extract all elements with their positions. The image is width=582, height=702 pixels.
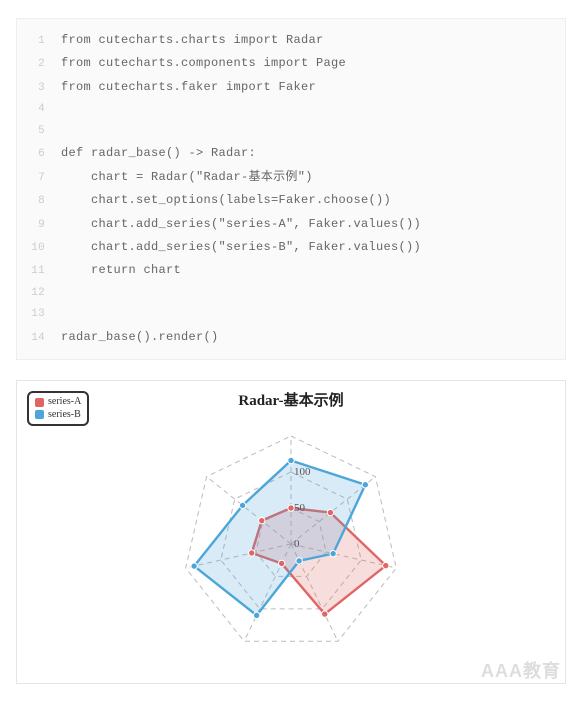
code-text: from cutecharts.faker import Faker (61, 76, 316, 99)
code-line: 14 radar_base().render() (25, 326, 553, 349)
chart-container: Radar-基本示例 series-A series-B 0 50 100 AAA教… (16, 380, 566, 684)
code-text: chart = Radar("Radar-基本示例") (61, 166, 313, 189)
code-line: 1 from cutecharts.charts import Radar (25, 29, 553, 52)
code-text: chart.set_options(labels=Faker.choose()) (61, 189, 391, 212)
chart-title: Radar-基本示例 (27, 389, 555, 410)
code-line: 13 (25, 304, 553, 325)
line-number: 7 (25, 168, 45, 189)
code-text: chart.add_series("series-B", Faker.value… (61, 236, 421, 259)
code-text: chart.add_series("series-A", Faker.value… (61, 213, 421, 236)
line-number: 9 (25, 215, 45, 236)
legend-item: series-B (35, 409, 81, 422)
line-number: 12 (25, 283, 45, 304)
code-text: radar_base().render() (61, 326, 219, 349)
line-number: 3 (25, 78, 45, 99)
svg-text:100: 100 (294, 466, 311, 478)
chart-legend: series-A series-B (27, 391, 89, 426)
code-line: 12 (25, 283, 553, 304)
line-number: 1 (25, 31, 45, 52)
code-text: from cutecharts.charts import Radar (61, 29, 324, 52)
legend-label: series-B (48, 409, 81, 422)
line-number: 2 (25, 54, 45, 75)
legend-swatch (35, 410, 44, 419)
line-number: 4 (25, 99, 45, 120)
code-text: from cutecharts.components import Page (61, 52, 346, 75)
code-text: def radar_base() -> Radar: (61, 142, 256, 165)
watermark: AAA教育 (481, 657, 561, 683)
legend-label: series-A (48, 396, 81, 409)
svg-text:50: 50 (294, 502, 306, 514)
line-number: 8 (25, 191, 45, 212)
code-line: 7 chart = Radar("Radar-基本示例") (25, 166, 553, 189)
line-number: 11 (25, 261, 45, 282)
svg-text:0: 0 (294, 538, 300, 550)
line-number: 14 (25, 328, 45, 349)
code-line: 11 return chart (25, 259, 553, 282)
code-line: 2 from cutecharts.components import Page (25, 52, 553, 75)
code-line: 5 (25, 121, 553, 142)
line-number: 6 (25, 144, 45, 165)
line-number: 10 (25, 238, 45, 259)
code-text: return chart (61, 259, 181, 282)
legend-swatch (35, 398, 44, 407)
code-line: 3 from cutecharts.faker import Faker (25, 76, 553, 99)
code-line: 4 (25, 99, 553, 120)
code-block: 1 from cutecharts.charts import Radar 2 fro… (16, 18, 566, 360)
line-number: 13 (25, 304, 45, 325)
code-line: 9 chart.add_series("series-A", Faker.val… (25, 213, 553, 236)
code-line: 10 chart.add_series("series-B", Faker.va… (25, 236, 553, 259)
code-line: 8 chart.set_options(labels=Faker.choose(… (25, 189, 553, 212)
radar-plot: 0 50 100 (27, 412, 555, 670)
line-number: 5 (25, 121, 45, 142)
code-line: 6 def radar_base() -> Radar: (25, 142, 553, 165)
legend-item: series-A (35, 396, 81, 409)
